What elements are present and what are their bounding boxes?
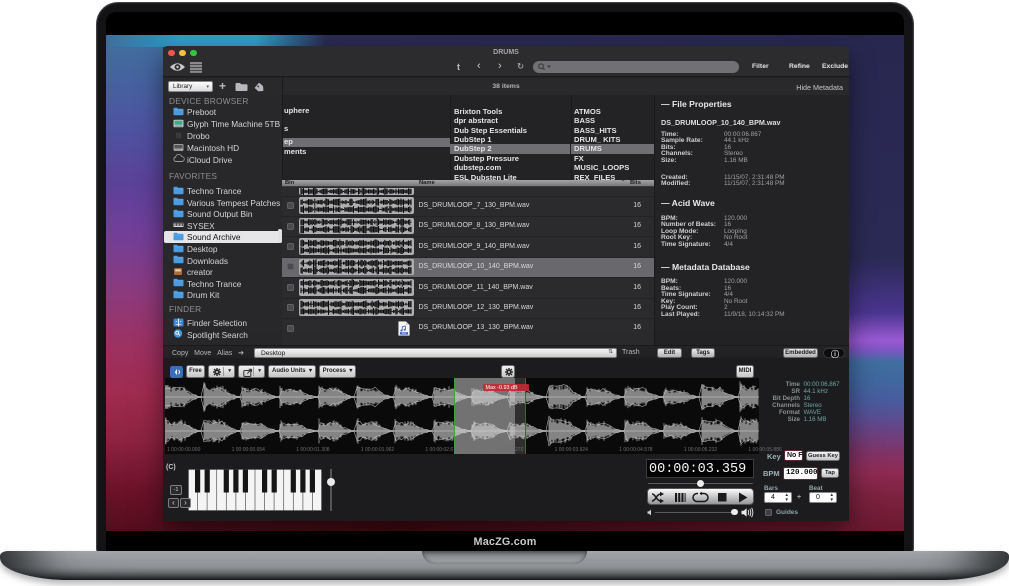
svg-text:WAV: WAV — [402, 332, 407, 335]
